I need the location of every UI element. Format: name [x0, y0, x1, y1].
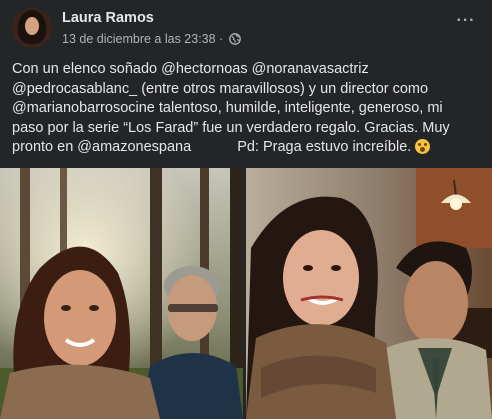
- post-meta: 13 de diciembre a las 23:38 ·: [62, 32, 241, 46]
- post-header: Laura Ramos 13 de diciembre a las 23:38 …: [12, 8, 480, 48]
- more-horizontal-icon[interactable]: ···: [452, 13, 480, 34]
- post-text-line: Con un elenco soñado @hectornoas @norana…: [12, 61, 369, 77]
- post-text-line: @marianobarrosocine talentoso, humilde, …: [12, 100, 443, 116]
- photo-period-costume[interactable]: [246, 168, 492, 419]
- post-text-line: pronto en @amazonespana Pd: Praga estuvo …: [12, 138, 484, 158]
- post-text-line: @pedrocasablanc_ (entre otros maravillos…: [12, 80, 429, 97]
- timestamp[interactable]: 13 de diciembre a las 23:38 ·: [62, 32, 223, 46]
- avatar[interactable]: [12, 8, 52, 48]
- post-text: Con un elenco soñado @hectornoas @norana…: [12, 60, 484, 158]
- flushed-face-emoji: [415, 139, 431, 154]
- post-text-segment: pronto en @amazonespana: [12, 139, 192, 155]
- photo-period-costume-image: [246, 168, 492, 419]
- photo-selfie-forest[interactable]: [0, 168, 243, 419]
- author-name[interactable]: Laura Ramos: [62, 10, 154, 26]
- facebook-post: Laura Ramos 13 de diciembre a las 23:38 …: [0, 0, 492, 419]
- post-text-segment: Pd: Praga estuvo increíble.: [237, 139, 412, 155]
- avatar-face: [25, 17, 39, 35]
- post-text-line: paso por la serie “Los Farad” fue un ver…: [12, 119, 450, 136]
- globe-icon: [228, 33, 241, 45]
- photo-grid: [0, 168, 492, 419]
- photo-selfie-forest-image: [0, 168, 243, 419]
